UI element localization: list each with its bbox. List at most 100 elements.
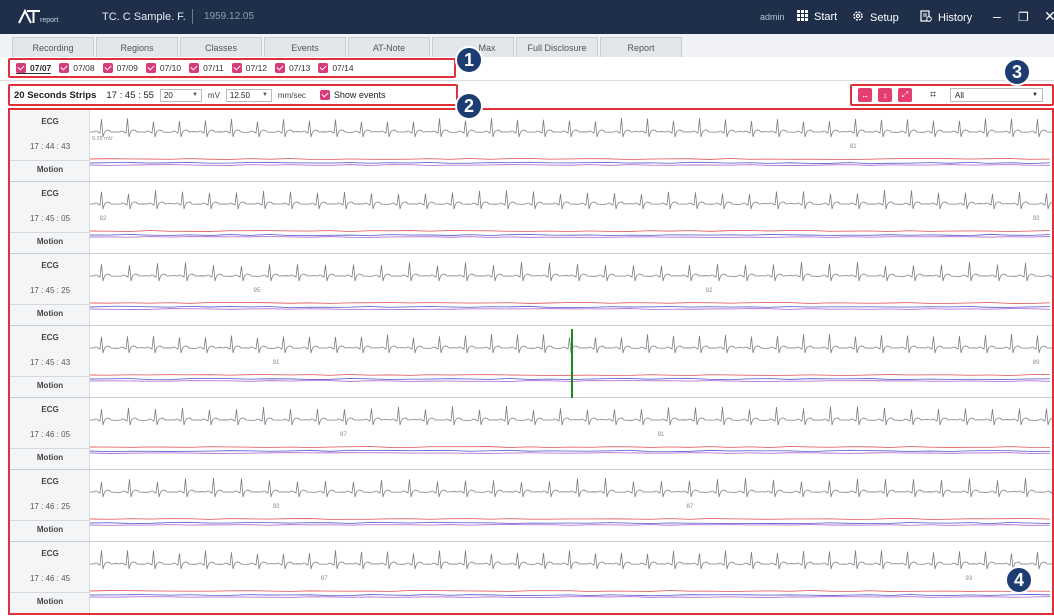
tab-events[interactable]: Events <box>264 37 346 57</box>
lead-label: ECG <box>41 189 59 198</box>
date-checkbox[interactable]: 07/08 <box>59 63 95 73</box>
callout-badge: 3 <box>1003 58 1031 86</box>
strip-time: 17 : 45 : 05 <box>29 214 71 223</box>
start-button[interactable]: Start <box>797 10 837 24</box>
tab-label: Report <box>627 42 655 53</box>
gain-select[interactable]: 20 ▼ <box>159 88 202 102</box>
motion-line <box>90 236 1051 238</box>
ecg-trace[interactable]: 82 93 <box>90 182 1052 253</box>
heart-rate-mark: 92 <box>706 288 713 294</box>
history-button[interactable]: History <box>920 10 972 25</box>
motion-line <box>90 589 1051 592</box>
strips-panel: ECG 17 : 44 : 43 Motion 81 0.25 mV ECG 17… <box>8 108 1054 615</box>
checkbox-icon <box>231 63 242 73</box>
zoom-horizontal-icon[interactable]: ↔ <box>858 88 872 102</box>
chevron-down-icon: ▼ <box>1032 92 1038 98</box>
restore-icon[interactable]: ❐ <box>1018 10 1029 24</box>
ecg-trace[interactable]: 95 92 <box>90 254 1052 325</box>
strip-time: 17 : 46 : 05 <box>29 430 71 439</box>
tab-label: Recording <box>32 42 74 53</box>
date-checkbox[interactable]: 07/07 <box>16 62 52 74</box>
strip-label: ECG 17 : 44 : 43 Motion <box>10 110 90 181</box>
checkbox-icon <box>145 63 156 73</box>
heart-rate-mark: 87 <box>321 576 328 582</box>
callout-badge: 2 <box>455 92 483 120</box>
date-checkbox[interactable]: 07/14 <box>318 63 354 73</box>
motion-label: Motion <box>36 309 64 318</box>
filter-select[interactable]: All ▼ <box>950 88 1043 102</box>
tab-recording[interactable]: Recording <box>12 37 94 57</box>
tab-at-note[interactable]: AT-Note <box>348 37 430 57</box>
crop-icon[interactable]: ⌗ <box>926 88 940 102</box>
show-events-checkbox[interactable]: Show events <box>319 90 385 100</box>
label-divider <box>10 304 90 305</box>
date-checkbox[interactable]: 07/10 <box>145 63 182 73</box>
ecg-trace[interactable]: 93 87 <box>90 470 1052 541</box>
motion-line <box>90 452 1051 454</box>
strips-title: 20 Seconds Strips <box>14 89 97 101</box>
ecg-chart: 93 87 <box>90 478 1052 526</box>
tab-regions[interactable]: Regions <box>96 37 178 57</box>
motion-line <box>90 517 1051 520</box>
ecg-trace[interactable]: 87 93 <box>90 542 1052 613</box>
grid-icon <box>797 10 808 24</box>
checkbox-icon <box>318 63 329 73</box>
ecg-waveform <box>90 550 1052 570</box>
chevron-down-icon: ▼ <box>261 92 268 98</box>
checkbox-icon <box>189 63 200 73</box>
motion-line <box>90 157 1051 161</box>
heart-rate-mark: 91 <box>273 360 280 366</box>
tab-full-disclosure[interactable]: Full Disclosure <box>516 37 598 57</box>
tab-report[interactable]: Report <box>600 37 682 57</box>
ecg-waveform <box>90 262 1052 282</box>
minimize-icon[interactable]: – <box>993 8 1001 24</box>
ecg-chart: 81 0.25 mV <box>90 118 1052 166</box>
ecg-chart: 82 93 <box>90 190 1052 238</box>
motion-line <box>90 596 1051 598</box>
motion-line <box>90 524 1051 526</box>
speed-select[interactable]: 12.50 ▼ <box>225 88 272 102</box>
strip-tools: ↔ ↕ ⤢ ⌗ All ▼ <box>850 84 1054 106</box>
ecg-trace[interactable]: 87 91 <box>90 398 1052 469</box>
date-label: 07/10 <box>159 63 182 73</box>
strip-label: ECG 17 : 45 : 43 Motion <box>10 326 90 397</box>
heart-rate-mark: 89 <box>1033 360 1040 366</box>
date-checkbox[interactable]: 07/12 <box>231 63 267 73</box>
strip-time: 17 : 45 : 43 <box>29 358 71 367</box>
motion-line <box>90 377 1051 381</box>
date-checkbox[interactable]: 07/11 <box>189 63 224 73</box>
event-marker[interactable] <box>571 329 573 398</box>
motion-line <box>90 233 1051 237</box>
start-label: Start <box>814 11 838 23</box>
date-checkbox[interactable]: 07/09 <box>102 63 138 73</box>
ecg-waveform <box>90 118 1052 138</box>
tab-label: Max <box>478 42 496 53</box>
heart-rate-mark: 95 <box>254 288 261 294</box>
motion-line <box>90 308 1051 310</box>
motion-line <box>90 445 1051 449</box>
tab-label: Classes <box>204 42 237 53</box>
motion-line <box>90 373 1051 377</box>
gain-value: 20 <box>163 90 173 100</box>
date-label: 07/11 <box>203 63 224 73</box>
strip: ECG 17 : 45 : 05 Motion 82 93 <box>10 182 1052 254</box>
lead-label: ECG <box>41 117 59 126</box>
divider <box>0 80 1054 81</box>
label-divider <box>10 160 90 161</box>
user-name: admin <box>760 12 785 22</box>
ecg-trace[interactable]: 81 0.25 mV <box>90 110 1052 181</box>
title-separator <box>192 9 193 24</box>
strip: ECG 17 : 45 : 25 Motion 95 92 <box>10 254 1052 326</box>
close-icon[interactable]: ✕ <box>1044 8 1054 25</box>
zoom-vertical-icon[interactable]: ↕ <box>878 88 892 102</box>
setup-button[interactable]: Setup <box>852 10 899 25</box>
zoom-diagonal-icon[interactable]: ⤢ <box>898 88 912 102</box>
chevron-down-icon: ▼ <box>191 92 198 98</box>
strip: ECG 17 : 46 : 45 Motion 87 93 <box>10 542 1052 613</box>
date-checkbox[interactable]: 07/13 <box>275 63 310 73</box>
checkbox-icon <box>16 62 26 73</box>
setup-label: Setup <box>870 11 899 24</box>
tab-classes[interactable]: Classes <box>180 37 262 57</box>
motion-line <box>90 229 1051 233</box>
tab-label: Regions <box>120 42 154 53</box>
